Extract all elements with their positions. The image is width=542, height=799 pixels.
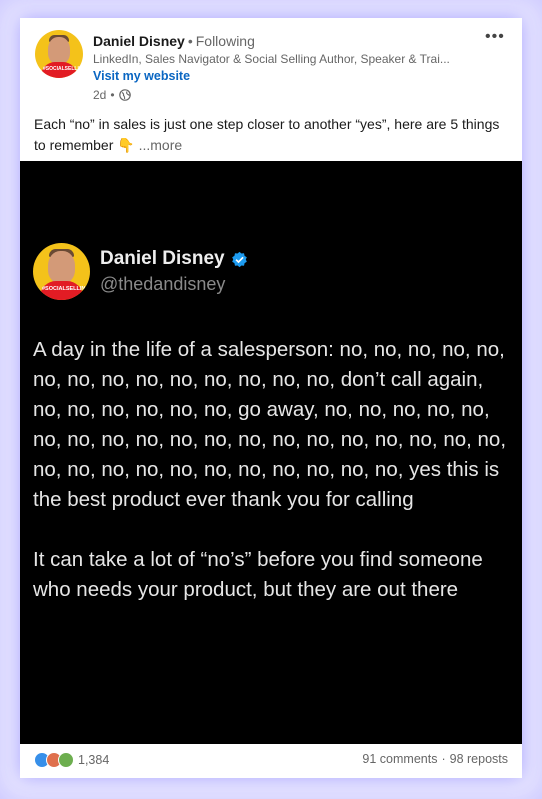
- tweet-avatar: #SOCIALSELLIN: [33, 243, 90, 300]
- following-status: Following: [195, 33, 255, 49]
- avatar-shirt-text: #SOCIALSELLIN: [43, 66, 83, 72]
- post-body-text: Each “no” in sales is just one step clos…: [34, 116, 500, 153]
- tweet-avatar-face: [48, 251, 75, 283]
- tweet-body: A day in the life of a salesperson: no, …: [33, 335, 513, 605]
- globe-icon: [118, 89, 131, 101]
- tweet-paragraph-1: A day in the life of a salesperson: no, …: [33, 338, 507, 511]
- author-name[interactable]: Daniel Disney: [93, 33, 185, 49]
- post-card: #SOCIALSELLIN Daniel Disney • Following Li…: [20, 18, 522, 778]
- post-text: Each “no” in sales is just one step clos…: [34, 114, 504, 156]
- visit-website-link[interactable]: Visit my website: [93, 69, 190, 83]
- post-header: #SOCIALSELLIN Daniel Disney • Following Li…: [20, 18, 522, 168]
- comments-count-link[interactable]: 91 comments: [362, 752, 437, 766]
- post-time: 2d: [93, 88, 107, 102]
- see-more-link[interactable]: ...more: [139, 137, 183, 153]
- reposts-count-link[interactable]: 98 reposts: [450, 752, 508, 766]
- engagement-stats: 91 comments · 98 reposts: [362, 752, 508, 766]
- separator-dot: •: [110, 88, 115, 102]
- social-counts-bar: 1,384 91 comments · 98 reposts: [20, 744, 522, 778]
- author-headline: LinkedIn, Sales Navigator & Social Selli…: [93, 52, 450, 66]
- more-options-icon[interactable]: •••: [485, 28, 505, 46]
- tweet-name-text: Daniel Disney: [100, 248, 225, 269]
- separator-dot: •: [187, 33, 193, 49]
- author-avatar[interactable]: #SOCIALSELLIN: [35, 30, 83, 78]
- reactions-summary[interactable]: 1,384: [34, 752, 109, 768]
- separator-dot: ·: [441, 752, 446, 766]
- celebrate-icon: [58, 752, 74, 768]
- reaction-count: 1,384: [78, 753, 110, 767]
- tweet-paragraph-2: It can take a lot of “no’s” before you f…: [33, 548, 483, 601]
- screenshot-frame: #SOCIALSELLIN Daniel Disney • Following Li…: [0, 0, 542, 799]
- post-image[interactable]: #SOCIALSELLIN Daniel Disney @thedandisne…: [20, 161, 522, 744]
- post-time-line: 2d •: [93, 88, 131, 102]
- verified-badge-icon: [231, 251, 247, 267]
- avatar-face: [48, 37, 70, 64]
- author-name-line: Daniel Disney • Following: [93, 33, 255, 49]
- tweet-author-name: Daniel Disney: [100, 248, 248, 270]
- tweet-handle: @thedandisney: [100, 274, 226, 294]
- tweet-avatar-shirt-text: #SOCIALSELLIN: [42, 286, 86, 292]
